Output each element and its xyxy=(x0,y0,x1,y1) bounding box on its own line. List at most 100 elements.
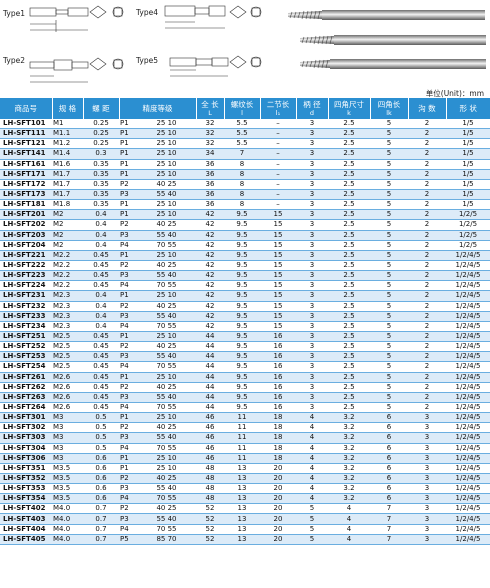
table-cell: 0.5 xyxy=(83,412,119,424)
table-cell: 6 xyxy=(370,483,408,495)
table-cell: 0.4 xyxy=(83,219,119,231)
table-cell: 6 xyxy=(370,473,408,485)
table-cell: 0.6 xyxy=(83,493,119,505)
table-cell: 3 xyxy=(296,230,328,241)
table-row: LH-SFT403 M4.0 0.7 P3 55 40 52 13 20 5 4 7 3 1/2/4/5 xyxy=(0,513,490,525)
table-cell: 7 xyxy=(370,503,408,515)
column-header: 四角长 lk xyxy=(370,98,409,119)
table-cell: 11 xyxy=(224,412,260,424)
table-cell: 3 xyxy=(296,331,328,343)
table-cell: 1/2/4/5 xyxy=(446,422,490,434)
table-cell: 36 xyxy=(196,169,224,180)
table-row: LH-SFT121 M1.2 0.25 P1 25 10 32 5.5–3 2.5 5 2 1/5 xyxy=(0,138,490,150)
table-cell: 46 xyxy=(196,412,224,424)
table-cell: P4 xyxy=(119,524,137,535)
column-header: 螺 距 xyxy=(83,98,120,119)
table-cell: 2.5 xyxy=(328,331,370,343)
table-cell: 2 xyxy=(408,402,446,414)
table-cell: M3 xyxy=(52,453,83,464)
table-cell: 3.2 xyxy=(328,473,370,485)
table-cell: 3 xyxy=(296,138,328,150)
drawings-area: Type1 Type2 Type4 Type5 xyxy=(0,0,490,86)
table-cell: 13 xyxy=(224,524,260,535)
table-cell: 85 70 xyxy=(137,534,196,545)
table-cell: 1/2/4/5 xyxy=(446,250,490,261)
table-row: LH-SFT231 M2.3 0.4 P1 25 10 42 9.5 15 3 2.5 5 2 1/2/… xyxy=(0,290,490,302)
table-cell: M2.2 xyxy=(52,280,83,292)
table-cell: 2.5 xyxy=(328,311,370,322)
table-cell: 5 xyxy=(370,189,408,201)
table-cell: P1 xyxy=(119,331,137,343)
table-cell: M3.5 xyxy=(52,463,83,474)
table-cell: 9.5 xyxy=(224,351,260,363)
table-cell: 5 xyxy=(370,230,408,241)
table-row: LH-SFT304 M3 0.5 P4 70 55 46 11 18 4 3.2 6 3 1/2/4/5 xyxy=(0,443,490,454)
table-cell: 15 xyxy=(260,301,296,312)
table-cell: 70 55 xyxy=(137,240,196,251)
table-cell: M3.5 xyxy=(52,483,83,495)
table-cell: P4 xyxy=(119,280,137,292)
table-row: LH-SFT111 M1.1 0.25 P1 25 10 32 5.5–3 2.5 5 2 1/5 xyxy=(0,128,490,140)
table-row: LH-SFT181 M1.8 0.35 P1 25 10 36 8–3 2.5 5 2 1/5 xyxy=(0,199,490,211)
table-cell: 42 xyxy=(196,270,224,282)
table-cell: 25 10 xyxy=(137,128,196,140)
table-cell: 1/2/4/5 xyxy=(446,402,490,414)
table-cell: LH-SFT173 xyxy=(0,189,52,201)
table-cell: 44 xyxy=(196,392,224,403)
table-cell: 0.45 xyxy=(83,270,119,282)
table-cell: LH-SFT203 xyxy=(0,230,52,241)
table-cell: 42 xyxy=(196,321,224,332)
type5-drawing xyxy=(169,55,262,77)
table-cell: 9.5 xyxy=(224,382,260,393)
table-cell: – xyxy=(260,179,296,190)
table-cell: 11 xyxy=(224,453,260,464)
table-cell: P3 xyxy=(119,230,137,241)
table-cell: 44 xyxy=(196,351,224,363)
column-header: 全 长L xyxy=(196,98,225,119)
table-row: LH-SFT172 M1.7 0.35 P2 40 25 36 8–3 2.5 5 2 1/5 xyxy=(0,179,490,190)
table-row: LH-SFT303 M3 0.5 P3 55 40 46 11 18 4 3.2 6 3 1/2/4/5 xyxy=(0,432,490,444)
table-cell: 2.5 xyxy=(328,148,370,160)
table-cell: 44 xyxy=(196,382,224,393)
table-row: LH-SFT234 M2.3 0.4 P4 70 55 42 9.5 15 3 2.5 5 2 1/2/… xyxy=(0,321,490,332)
table-cell: 48 xyxy=(196,473,224,485)
table-cell: LH-SFT221 xyxy=(0,250,52,261)
table-cell: 1/2/4/5 xyxy=(446,524,490,535)
table-cell: 0.5 xyxy=(83,443,119,454)
table-cell: LH-SFT351 xyxy=(0,463,52,474)
table-cell: 3 xyxy=(296,189,328,201)
table-cell: 55 40 xyxy=(137,270,196,282)
table-cell: M3 xyxy=(52,412,83,424)
table-cell: P4 xyxy=(119,361,137,373)
table-cell: 9.5 xyxy=(224,311,260,322)
table-cell: LH-SFT304 xyxy=(0,443,52,454)
table-cell: 36 xyxy=(196,159,224,170)
table-cell: 1/5 xyxy=(446,179,490,190)
column-header-label: 螺纹长 xyxy=(230,99,254,109)
table-cell: 1/5 xyxy=(446,128,490,140)
table-cell: 2.5 xyxy=(328,351,370,363)
table-cell: M2.6 xyxy=(52,402,83,414)
table-cell: LH-SFT161 xyxy=(0,159,52,170)
table-cell: 1/2/4/5 xyxy=(446,280,490,292)
table-cell: 1/2/5 xyxy=(446,240,490,251)
table-cell: 1/5 xyxy=(446,119,490,130)
table-cell: 6 xyxy=(370,422,408,434)
table-cell: 0.45 xyxy=(83,250,119,261)
table-cell: 5 xyxy=(370,148,408,160)
table-cell: LH-SFT233 xyxy=(0,311,52,322)
table-cell: 20 xyxy=(260,483,296,495)
table-cell: 55 40 xyxy=(137,311,196,322)
column-header-symbol: l₁ xyxy=(275,108,281,117)
table-cell: 55 40 xyxy=(137,483,196,495)
table-cell: 1/2/4/5 xyxy=(446,392,490,403)
table-cell: M4.0 xyxy=(52,503,83,515)
table-cell: 6 xyxy=(370,463,408,474)
table-cell: – xyxy=(260,119,296,130)
table-row: LH-SFT352 M3.5 0.6 P2 40 25 48 13 20 4 3.2 6 3 1/2/4… xyxy=(0,473,490,485)
table-cell: 3.2 xyxy=(328,483,370,495)
table-cell: 20 xyxy=(260,513,296,525)
table-cell: 4 xyxy=(328,503,370,515)
table-cell: 25 10 xyxy=(137,463,196,474)
table-cell: 2.5 xyxy=(328,169,370,180)
